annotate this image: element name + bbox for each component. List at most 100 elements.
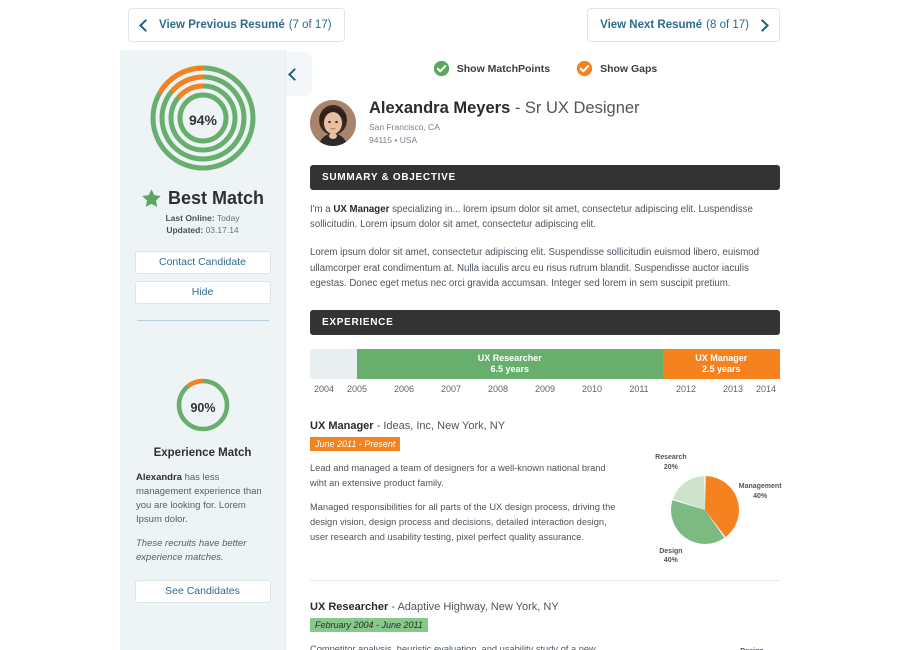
resume-pagination-nav: View Previous Resumé (7 of 17) View Next…: [0, 8, 900, 44]
candidate-title: Sr UX Designer: [524, 99, 640, 117]
star-icon: [142, 189, 161, 207]
next-count: (8 of 17): [706, 19, 749, 31]
timeline-segment-duration: 6.5 years: [490, 364, 530, 375]
show-gaps-toggle[interactable]: Show Gaps: [576, 60, 657, 77]
candidate-header: Alexandra Meyers - Sr UX Designer San Fr…: [310, 99, 780, 147]
timeline-year-tick: 2008: [487, 384, 509, 395]
experience-match-ring-chart: 90%: [120, 377, 286, 439]
resume-match-viewer: View Previous Resumé (7 of 17) View Next…: [0, 0, 900, 650]
timeline-year-axis: 2004 2005 2006 2007 2008 2009 2010 2011 2012 2013…: [310, 384, 780, 400]
candidate-city: San Francisco, CA: [369, 122, 440, 132]
avatar-photo: [310, 99, 356, 146]
show-matchpoints-toggle[interactable]: Show MatchPoints: [433, 60, 550, 77]
job-role: UX Manager: [310, 420, 374, 433]
ux-researcher-role-breakdown: Design30%UX30%Usability40%: [630, 633, 780, 650]
timeline-year-tick: 2007: [440, 384, 462, 395]
candidate-identity: Alexandra Meyers - Sr UX Designer San Fr…: [369, 99, 640, 147]
timeline-year-tick: 2014: [755, 384, 777, 395]
candidate-location: San Francisco, CA 94115 • USA: [369, 121, 640, 147]
job-list: UX Manager - Ideas, Inc, New York, NY Jun…: [310, 420, 782, 650]
updated-value: 03.17.14: [205, 225, 239, 236]
pie-slice-label: Design 40%: [659, 548, 683, 565]
best-match-ring-chart: 94%: [120, 64, 286, 176]
job-paragraph: Competitor analysis, heuristic evaluatio…: [310, 644, 596, 650]
note-candidate-name: Alexandra: [136, 471, 182, 483]
job-paragraph: Lead and managed a team of designers for…: [310, 463, 606, 488]
hide-candidate-button[interactable]: Hide: [134, 280, 271, 304]
timeline-year-tick: 2005: [346, 384, 368, 395]
match-display-toggles: Show MatchPoints Show Gaps: [310, 60, 780, 77]
experience-timeline-chart: UX Researcher 6.5 years UX Manager 2.5 year…: [310, 349, 780, 400]
experience-match-label: Experience Match: [153, 446, 252, 459]
contact-candidate-button[interactable]: Contact Candidate: [134, 250, 271, 274]
candidate-postal: 94115 • USA: [369, 134, 418, 145]
timeline-year-tick: 2012: [675, 384, 697, 395]
view-previous-resume-button[interactable]: View Previous Resumé (7 of 17): [128, 8, 345, 42]
experience-section-heading: EXPERIENCE: [310, 310, 780, 336]
timeline-segment-label: UX Manager: [695, 352, 748, 363]
summary-paragraph-2: Lorem ipsum dolor sit amet, consectetur …: [310, 246, 760, 290]
job-title: UX Manager - Ideas, Inc, New York, NY: [310, 420, 780, 432]
candidate-name: Alexandra Meyers: [369, 99, 511, 117]
timeline-track: UX Researcher 6.5 years UX Manager 2.5 year…: [310, 349, 780, 380]
job-company: - Adaptive Highway, New York, NY: [388, 601, 559, 614]
chevron-left-icon: [139, 18, 152, 32]
sidebar-divider: [136, 319, 269, 321]
job-description: Lead and managed a team of designers for…: [310, 452, 622, 564]
timeline-year-tick: 2004: [313, 384, 335, 395]
last-online-label: Last Online:: [165, 213, 215, 223]
experience-match-percent: 90%: [190, 400, 216, 415]
timeline-year-tick: 2013: [722, 384, 744, 395]
summary-p1-bold: UX Manager: [333, 203, 390, 215]
chevron-right-icon: [756, 18, 769, 32]
job-date-badge: February 2004 - June 2011: [310, 618, 428, 633]
summary-section-heading: SUMMARY & OBJECTIVE: [310, 164, 780, 190]
check-circle-icon: [576, 60, 593, 77]
job-company: - Ideas, Inc, New York, NY: [373, 420, 506, 433]
job-entry: UX Researcher - Adaptive Highway, New Yo…: [310, 601, 780, 650]
candidate-separator: -: [510, 99, 525, 117]
prev-count: (7 of 17): [288, 19, 332, 31]
job-role: UX Researcher: [310, 601, 389, 614]
prev-label: View Previous Resumé: [159, 19, 285, 31]
check-circle-icon: [433, 60, 449, 77]
view-next-resume-button[interactable]: View Next Resumé (8 of 17): [587, 8, 780, 42]
chevron-left-icon: [288, 67, 301, 81]
collapse-sidebar-button[interactable]: [286, 52, 312, 96]
job-body: Competitor analysis, heuristic evaluatio…: [310, 633, 780, 650]
timeline-segment[interactable]: UX Researcher 6.5 years: [357, 349, 663, 380]
experience-note: Alexandra has less management experience…: [120, 471, 285, 528]
timeline-year-tick: 2009: [534, 384, 556, 395]
pie-slice-label: Research 20%: [655, 454, 687, 471]
best-match-label: Best Match: [167, 188, 265, 208]
resume-content: Show MatchPoints Show Gaps Alexandra Mey…: [310, 50, 782, 650]
ux-manager-role-breakdown: Management 40% Design 40% Research 20%: [630, 452, 781, 565]
show-gaps-label: Show Gaps: [600, 62, 658, 75]
last-online-value: Today: [216, 213, 240, 223]
job-title: UX Researcher - Adaptive Highway, New Yo…: [310, 601, 780, 613]
timeline-year-tick: 2011: [629, 384, 649, 395]
candidate-activity-meta: Last Online: Today Updated: 03.17.14: [120, 212, 285, 237]
better-matches-note: These recruits have better experience ma…: [136, 538, 247, 564]
timeline-segment[interactable]: UX Manager 2.5 years: [662, 349, 780, 380]
timeline-year-tick: 2010: [581, 384, 603, 395]
avatar: [310, 99, 356, 146]
timeline-segment-duration: 2.5 years: [701, 364, 741, 375]
job-date-badge: June 2011 - Present: [310, 437, 401, 452]
see-candidates-button[interactable]: See Candidates: [134, 579, 271, 603]
next-label: View Next Resumé: [600, 19, 703, 31]
updated-label: Updated:: [166, 225, 204, 236]
best-match-percent: 94%: [188, 112, 218, 128]
summary-p1-pre: I'm a: [310, 203, 334, 215]
job-paragraph: Managed responsibilities for all parts o…: [310, 501, 616, 542]
summary-paragraph-1: I'm a UX Manager specializing in... lore…: [310, 202, 780, 233]
pie-slice-label: Management 40%: [738, 483, 782, 500]
job-description: Competitor analysis, heuristic evaluatio…: [310, 633, 622, 650]
job-entry: UX Manager - Ideas, Inc, New York, NY Jun…: [310, 420, 782, 582]
timeline-year-tick: 2006: [393, 384, 415, 395]
show-matchpoints-label: Show MatchPoints: [456, 62, 551, 75]
candidate-name-line: Alexandra Meyers - Sr UX Designer: [369, 99, 640, 118]
best-match-heading: Best Match: [120, 188, 285, 209]
timeline-segment-label: UX Researcher: [477, 352, 542, 363]
job-body: Lead and managed a team of designers for…: [310, 452, 782, 565]
